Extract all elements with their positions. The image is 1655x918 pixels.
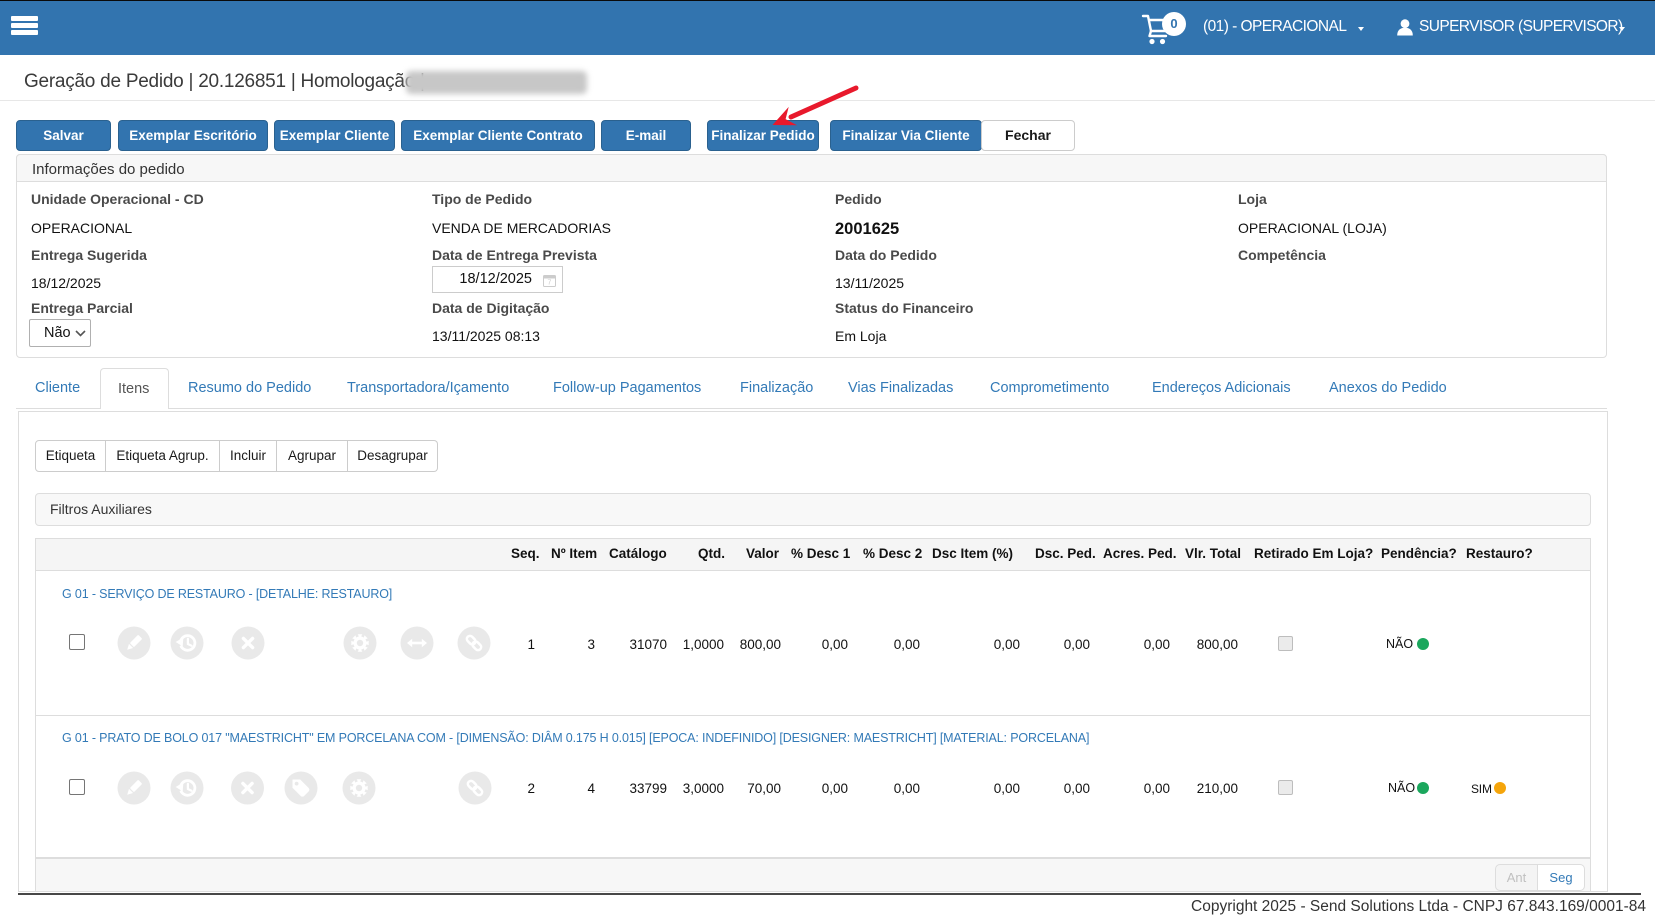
svg-text:7: 7 (548, 280, 552, 287)
